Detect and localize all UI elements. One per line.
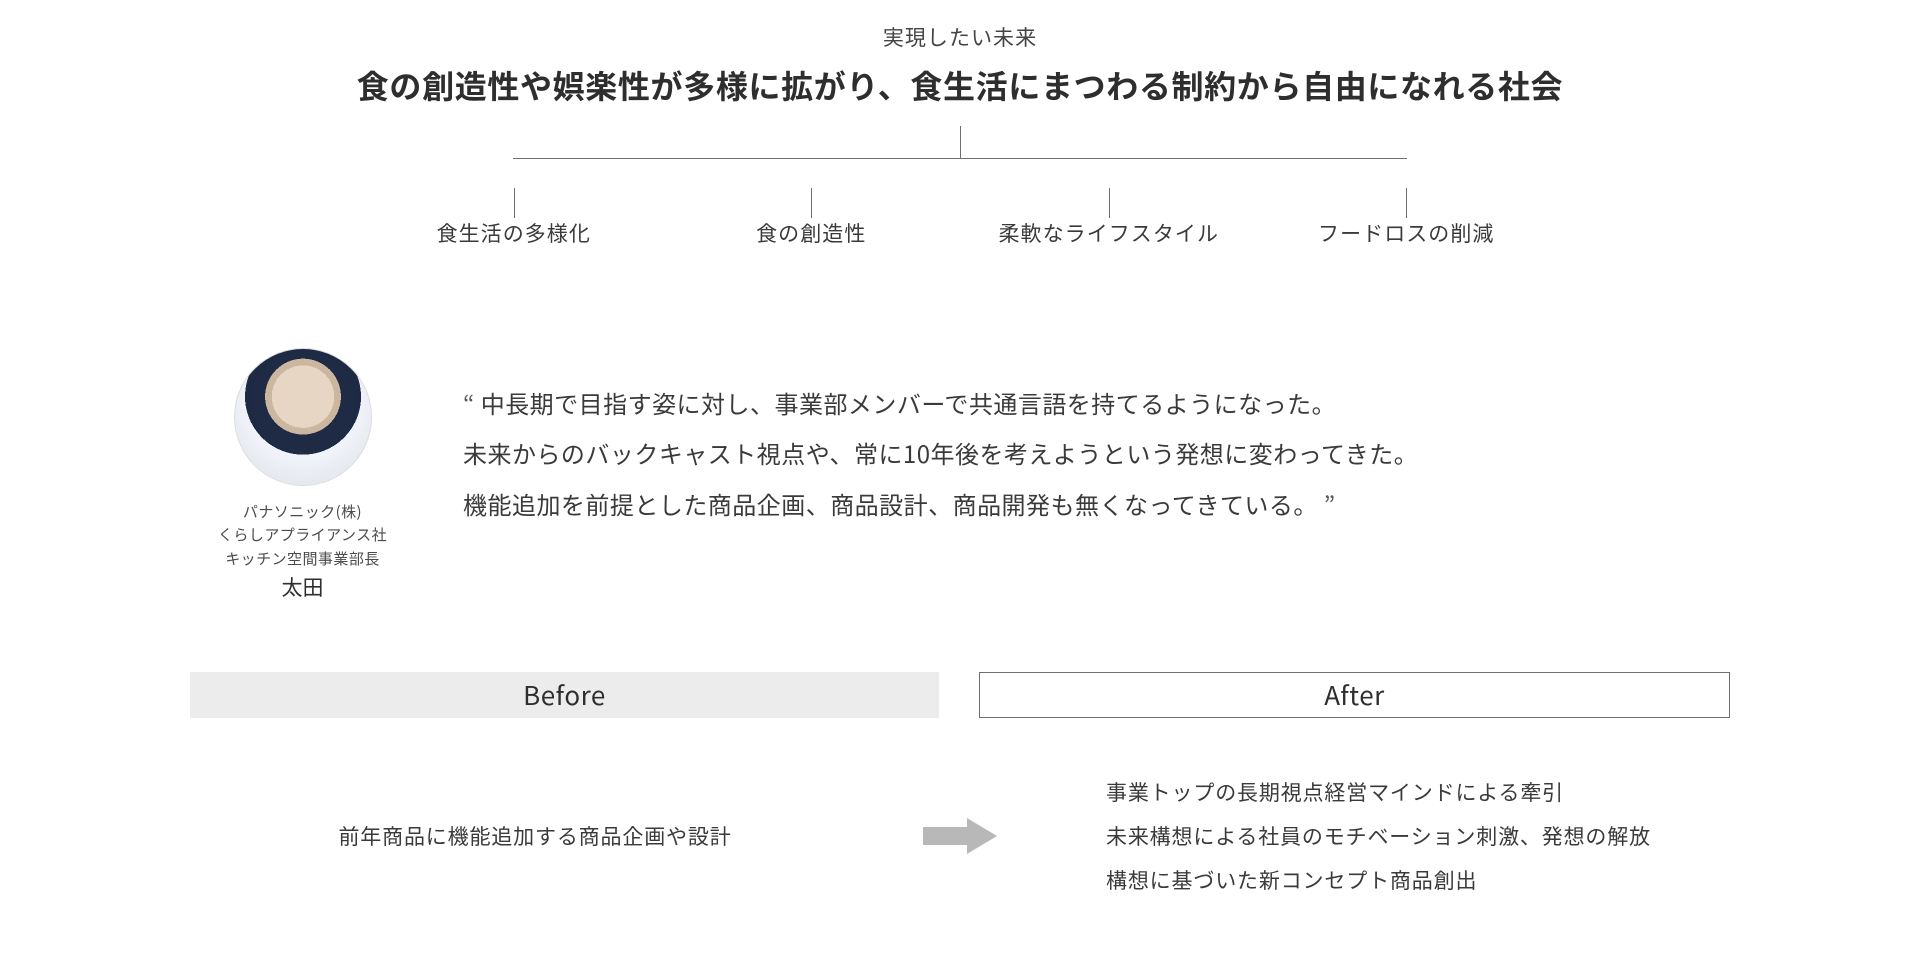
quote-text-3: 機能追加を前提とした商品企画、商品設計、商品開発も無くなってきている。	[463, 486, 1318, 521]
profile-name: 太田	[190, 572, 415, 602]
after-item-2: 未来構想による社員のモチベーション刺激、発想の解放	[1106, 814, 1730, 858]
after-list: 事業トップの長期視点経営マインドによる牽引 未来構想による社員のモチベーション刺…	[1040, 770, 1730, 902]
quote-block: “ 中長期で目指す姿に対し、事業部メンバーで共通言語を持てるようになった。 未来…	[463, 348, 1730, 529]
after-header: After	[979, 672, 1730, 718]
pillar-3: 柔軟なライフスタイル	[960, 188, 1258, 248]
before-after-headers: Before After	[190, 672, 1730, 718]
before-text: 前年商品に機能追加する商品企画や設計	[190, 821, 880, 851]
pillar-4: フードロスの削減	[1258, 188, 1556, 248]
profile-org-2: キッチン空間事業部長	[190, 547, 415, 570]
profile-company: パナソニック(株)	[190, 500, 415, 523]
vision-label: 実現したい未来	[0, 22, 1920, 52]
before-column: 前年商品に機能追加する商品企画や設計	[190, 821, 880, 851]
vision-block: 実現したい未来 食の創造性や娯楽性が多様に拡がり、食生活にまつわる制約から自由に…	[0, 22, 1920, 248]
page: 実現したい未来 食の創造性や娯楽性が多様に拡がり、食生活にまつわる制約から自由に…	[0, 0, 1920, 902]
before-after-body: 前年商品に機能追加する商品企画や設計 事業トップの長期視点経営マインドによる牽引…	[190, 770, 1730, 902]
arrow-right-icon	[920, 818, 1000, 854]
quote-text-2: 未来からのバックキャスト視点や、常に10年後を考えようという発想に変わってきた。	[463, 435, 1418, 470]
quote-open-icon: “	[463, 385, 481, 420]
profile-quote-row: パナソニック(株) くらしアプライアンス社 キッチン空間事業部長 太田 “ 中長…	[190, 348, 1730, 602]
pillar-row: 食生活の多様化 食の創造性 柔軟なライフスタイル フードロスの削減	[365, 188, 1555, 248]
quote-close-icon: ”	[1318, 486, 1336, 521]
profile-card: パナソニック(株) くらしアプライアンス社 キッチン空間事業部長 太田	[190, 348, 415, 602]
profile-org-1: くらしアプライアンス社	[190, 523, 415, 546]
after-item-3: 構想に基づいた新コンセプト商品創出	[1106, 858, 1730, 902]
pillar-2: 食の創造性	[663, 188, 961, 248]
quote-line-3: 機能追加を前提とした商品企画、商品設計、商品開発も無くなってきている。 ”	[463, 479, 1730, 529]
pillar-1: 食生活の多様化	[365, 188, 663, 248]
before-after-block: Before After 前年商品に機能追加する商品企画や設計 事業トップの長期…	[190, 672, 1730, 902]
quote-line-2: 未来からのバックキャスト視点や、常に10年後を考えようという発想に変わってきた。	[463, 428, 1730, 478]
tree-connector-vertical	[960, 126, 961, 158]
tree-connector-horizontal	[513, 158, 1407, 159]
after-item-1: 事業トップの長期視点経営マインドによる牽引	[1106, 770, 1730, 814]
before-header: Before	[190, 672, 939, 718]
quote-text-1: 中長期で目指す姿に対し、事業部メンバーで共通言語を持てるようになった。	[481, 385, 1336, 420]
avatar	[234, 348, 372, 486]
after-column: 事業トップの長期視点経営マインドによる牽引 未来構想による社員のモチベーション刺…	[1040, 770, 1730, 902]
quote-line-1: “ 中長期で目指す姿に対し、事業部メンバーで共通言語を持てるようになった。	[463, 378, 1730, 428]
vision-tree: 食生活の多様化 食の創造性 柔軟なライフスタイル フードロスの削減	[365, 126, 1555, 248]
tree-connector-row	[365, 158, 1555, 188]
vision-headline: 食の創造性や娯楽性が多様に拡がり、食生活にまつわる制約から自由になれる社会	[0, 62, 1920, 108]
